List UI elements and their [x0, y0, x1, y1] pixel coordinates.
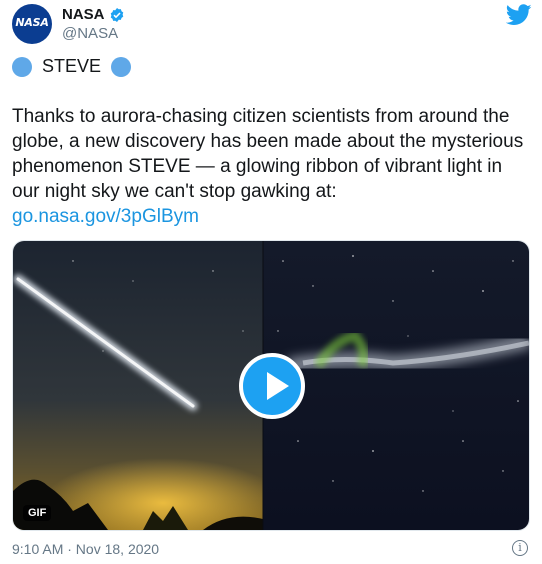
- tweet-title: STEVE: [42, 56, 102, 76]
- author-names: NASA @NASA: [62, 6, 125, 44]
- twitter-bird-icon[interactable]: [506, 4, 532, 26]
- tweet-header: NASA NASA @NASA: [12, 4, 532, 46]
- info-icon[interactable]: i: [512, 540, 528, 556]
- tweet-link[interactable]: go.nasa.gov/3pGlBym: [12, 204, 532, 229]
- tweet-body: Thanks to aurora-chasing citizen scienti…: [12, 106, 524, 202]
- author-display-name[interactable]: NASA: [62, 6, 105, 24]
- blue-circle-emoji: [12, 56, 32, 77]
- author-display-name-row[interactable]: NASA: [62, 6, 125, 24]
- avatar-logo-text: NASA: [15, 16, 49, 29]
- tweet-title-line: STEVE: [12, 56, 132, 77]
- gif-badge: GIF: [23, 505, 52, 521]
- tweet-media-gif[interactable]: GIF: [12, 240, 530, 531]
- author-handle[interactable]: @NASA: [62, 24, 125, 44]
- play-icon: [267, 372, 289, 400]
- verified-badge-icon: [110, 8, 123, 22]
- avatar[interactable]: NASA: [12, 4, 52, 44]
- tweet-timestamp[interactable]: 9:10 AM · Nov 18, 2020: [12, 541, 159, 557]
- blue-circle-emoji: [111, 56, 132, 77]
- play-button[interactable]: [239, 353, 305, 419]
- tweet-body-container: Thanks to aurora-chasing citizen scienti…: [12, 104, 532, 229]
